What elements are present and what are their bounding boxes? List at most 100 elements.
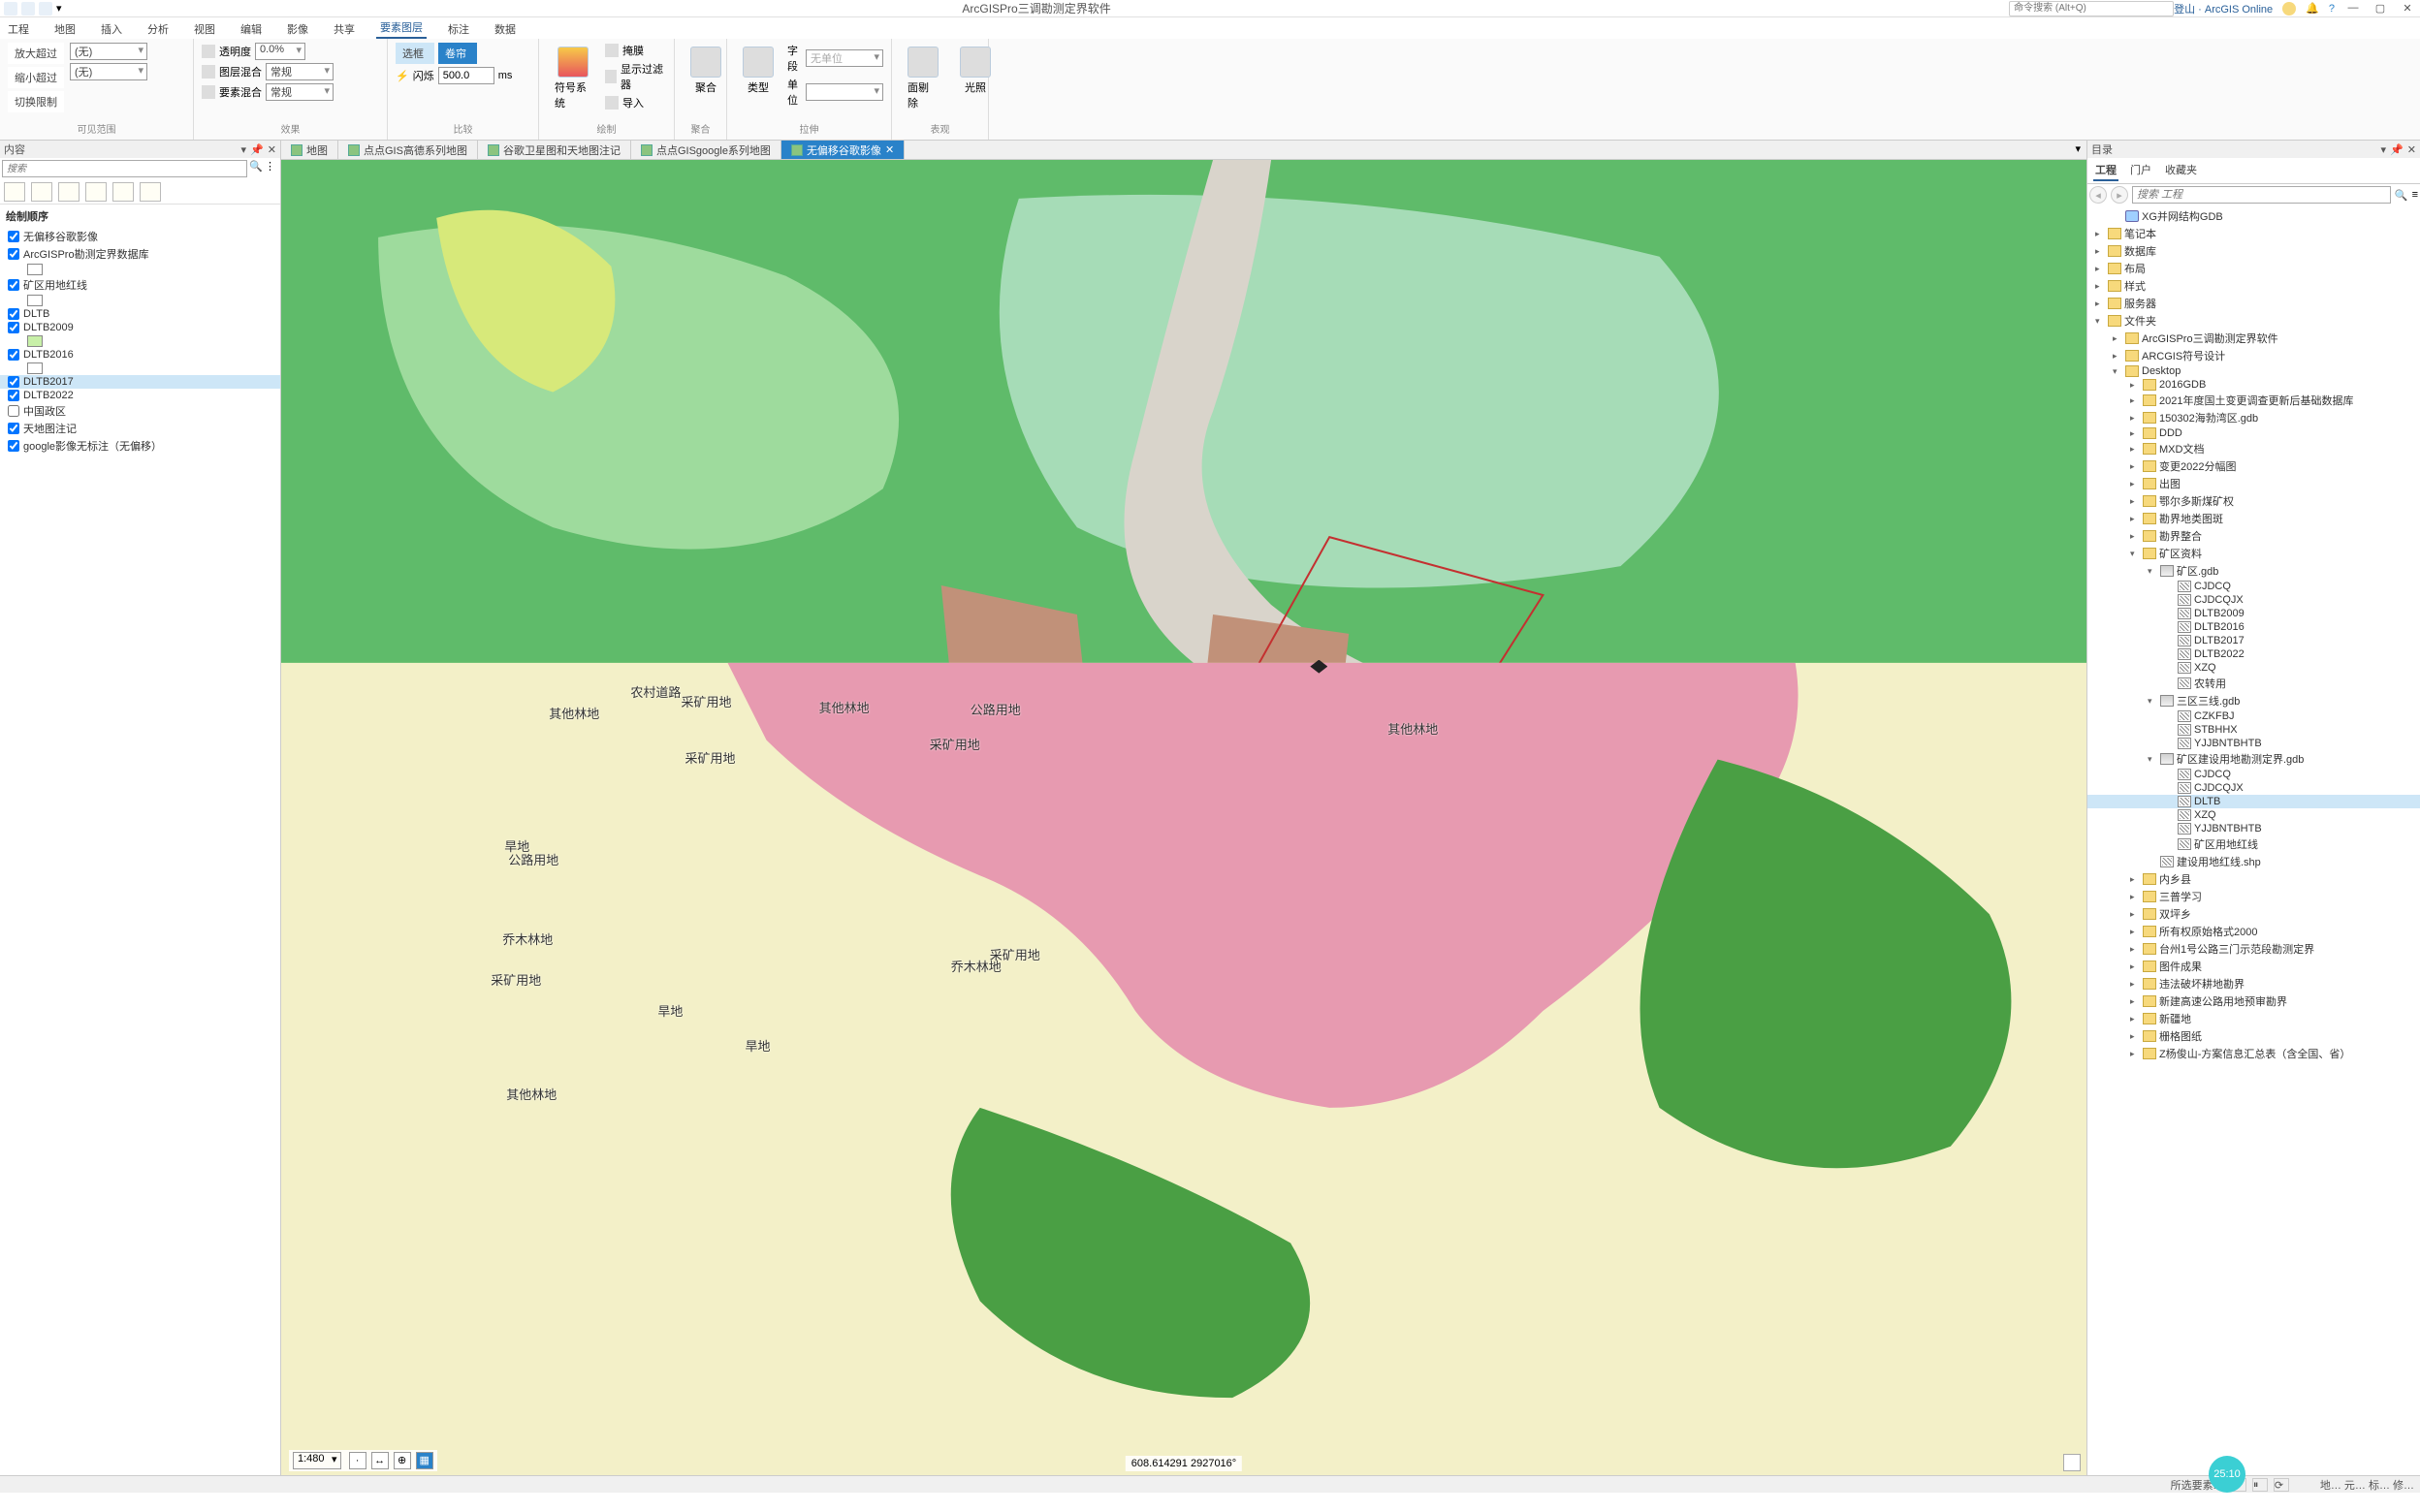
tree-item-48[interactable]: ▸违法破坏耕地勘界 [2087,975,2420,992]
expand-icon[interactable]: ▸ [2130,961,2140,972]
qat-more-icon[interactable]: ▾ [56,2,64,16]
tree-item-30[interactable]: ▾三区三线.gdb [2087,692,2420,709]
tab-6[interactable]: 影像 [283,19,312,39]
toc-item-5[interactable]: DLTB [0,307,280,321]
tab-8[interactable]: 要素图层 [376,17,427,39]
extrude-type-button[interactable]: 类型 [735,43,781,99]
toc-item-1[interactable]: ArcGISPro勘测定界数据库 [0,245,280,263]
toc-item-12[interactable]: 中国政区 [0,402,280,420]
expand-icon[interactable]: ▸ [2130,413,2140,424]
layer-checkbox[interactable] [8,308,19,320]
swipe-button[interactable]: 卷帘 [438,43,477,64]
layer-checkbox[interactable] [8,423,19,434]
expand-icon[interactable]: ▸ [2130,909,2140,920]
layer-checkbox[interactable] [8,279,19,291]
toc-item-2[interactable] [0,263,280,276]
expand-icon[interactable]: ▾ [2130,549,2140,559]
pane-menu-icon[interactable]: ▾ [241,143,247,156]
expand-icon[interactable]: ▸ [2130,479,2140,489]
scale-btn-3[interactable]: ⊕ [394,1452,411,1469]
search-icon[interactable]: 🔍 [247,160,265,177]
user-icon[interactable] [2282,2,2296,16]
list-by-selection-icon[interactable] [58,182,80,202]
tree-item-39[interactable]: YJJBNTBHTB [2087,822,2420,835]
transparency-input[interactable]: 0.0% [255,43,305,60]
list-by-drawing-icon[interactable] [4,182,25,202]
tree-item-12[interactable]: ▸150302海勃湾区.gdb [2087,409,2420,426]
catalog-close-icon[interactable]: ✕ [2407,143,2416,156]
toc-item-0[interactable]: 无偏移谷歌影像 [0,228,280,245]
scale-btn-4[interactable]: ▦ [416,1452,433,1469]
expand-icon[interactable]: ▸ [2130,395,2140,406]
tree-item-49[interactable]: ▸新建高速公路用地预审勘界 [2087,992,2420,1010]
collapse-map-tabs-icon[interactable]: ▾ [2069,141,2086,159]
contents-search-input[interactable] [2,160,247,177]
tree-item-34[interactable]: ▾矿区建设用地勘测定界.gdb [2087,750,2420,768]
display-filter-button[interactable]: 显示过滤器 [621,61,666,92]
map-tab-2[interactable]: 谷歌卫星图和天地图注记 [478,141,631,159]
map-tab-3[interactable]: 点点GISgoogle系列地图 [631,141,781,159]
tab-5[interactable]: 编辑 [237,19,266,39]
tree-item-40[interactable]: 矿区用地红线 [2087,835,2420,853]
command-search-input[interactable] [2009,1,2174,16]
catalog-filter-icon[interactable]: ≡ [2412,189,2418,201]
tree-item-46[interactable]: ▸台州1号公路三门示范段勘测定界 [2087,940,2420,958]
expand-icon[interactable]: ▸ [2095,299,2105,309]
login-status[interactable]: 登山 · ArcGIS Online [2174,1,2273,16]
visibility-min-select[interactable]: (无) [70,63,147,80]
tab-3[interactable]: 分析 [143,19,173,39]
visibility-max-select[interactable]: (无) [70,43,147,60]
catalog-back-icon[interactable]: ◂ [2089,186,2107,204]
qat-redo-icon[interactable] [39,2,52,16]
tree-item-24[interactable]: DLTB2009 [2087,607,2420,620]
tree-item-43[interactable]: ▸三普学习 [2087,888,2420,905]
switch-limit[interactable]: 切换限制 [8,91,64,112]
layer-checkbox[interactable] [8,390,19,401]
zoom-in-limit[interactable]: 放大超过 [8,43,64,64]
expand-icon[interactable]: ▸ [2130,927,2140,937]
layer-checkbox[interactable] [8,248,19,260]
tree-item-35[interactable]: CJDCQ [2087,768,2420,781]
expand-icon[interactable]: ▸ [2130,996,2140,1007]
layer-checkbox[interactable] [8,349,19,361]
notification-icon[interactable]: 🔔 [2306,2,2319,15]
tree-item-37[interactable]: DLTB [2087,795,2420,808]
toc-item-10[interactable]: DLTB2017 [0,375,280,389]
list-by-labeling-icon[interactable] [140,182,161,202]
list-by-snapping-icon[interactable] [112,182,134,202]
tab-9[interactable]: 标注 [444,19,473,39]
close-button[interactable]: ✕ [2399,2,2416,16]
scale-btn-1[interactable]: · [349,1452,366,1469]
tree-item-6[interactable]: ▾文件夹 [2087,312,2420,330]
toc-item-8[interactable]: DLTB2016 [0,348,280,362]
list-by-editing-icon[interactable] [85,182,107,202]
layer-checkbox[interactable] [8,376,19,388]
tree-item-36[interactable]: CJDCQJX [2087,781,2420,795]
tree-item-14[interactable]: ▸MXD文档 [2087,440,2420,457]
tree-item-28[interactable]: XZQ [2087,661,2420,675]
selection-box-button[interactable]: 选框 [396,43,434,64]
map-tab-4[interactable]: 无偏移谷歌影像✕ [781,141,905,159]
map-scale-select[interactable]: 1:480 [293,1452,341,1469]
toc-item-3[interactable]: 矿区用地红线 [0,276,280,294]
catalog-search-input[interactable] [2132,186,2391,204]
catalog-forward-icon[interactable]: ▸ [2111,186,2128,204]
basemap-toggle-icon[interactable] [2063,1454,2081,1471]
tree-item-50[interactable]: ▸新疆地 [2087,1010,2420,1027]
catalog-tab-favorites[interactable]: 收藏夹 [2163,160,2199,181]
tab-2[interactable]: 插入 [97,19,126,39]
tab-7[interactable]: 共享 [330,19,359,39]
symbology-button[interactable]: 符号系统 [547,43,599,114]
import-button[interactable]: 导入 [622,95,644,110]
pane-close-icon[interactable]: ✕ [268,143,276,156]
expand-icon[interactable]: ▸ [2130,979,2140,990]
status-refresh-icon[interactable]: ⟳ [2274,1478,2289,1492]
tab-1[interactable]: 地图 [50,19,80,39]
toc-item-9[interactable] [0,362,280,375]
tab-4[interactable]: 视图 [190,19,219,39]
expand-icon[interactable]: ▸ [2130,531,2140,542]
expand-icon[interactable]: ▸ [2130,461,2140,472]
tree-item-44[interactable]: ▸双坪乡 [2087,905,2420,923]
expand-icon[interactable]: ▾ [2148,696,2157,707]
zoom-out-limit[interactable]: 缩小超过 [8,67,64,88]
